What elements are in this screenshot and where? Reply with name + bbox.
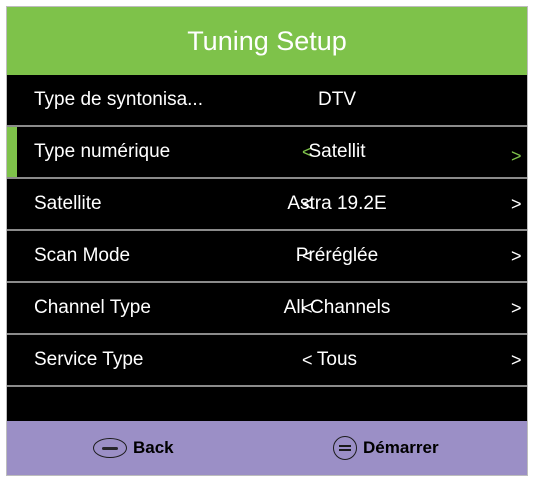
ok-icon <box>333 436 357 460</box>
digital-type-value: Satellit <box>308 141 366 162</box>
chevron-right-icon[interactable]: > <box>511 299 522 317</box>
channel-type-row[interactable]: Channel Type < All Channels > <box>7 283 527 335</box>
scan-mode-label: Scan Mode <box>34 245 131 266</box>
tuning-type-row[interactable]: Type de syntonisa... DTV <box>7 75 527 127</box>
menu-icon-mark <box>102 446 118 450</box>
start-label: Démarrer <box>363 438 439 457</box>
service-type-label: Service Type <box>34 349 144 370</box>
chevron-right-icon[interactable]: > <box>511 147 522 165</box>
settings-list: Type de syntonisa... DTV Type numérique … <box>7 75 527 387</box>
selection-marker <box>7 127 17 177</box>
channel-type-label: Channel Type <box>34 297 151 318</box>
tuning-type-label: Type de syntonisa... <box>34 89 203 110</box>
footer-bar: Back Démarrer <box>7 421 527 475</box>
tuning-type-value: DTV <box>318 89 356 110</box>
chevron-right-icon[interactable]: > <box>511 247 522 265</box>
digital-type-row[interactable]: Type numérique < Satellit > <box>7 127 527 179</box>
satellite-row[interactable]: Satellite < Astra 19.2E > <box>7 179 527 231</box>
service-type-value: Tous <box>316 349 358 370</box>
chevron-right-icon[interactable]: > <box>511 351 522 369</box>
back-button[interactable]: Back <box>93 438 174 458</box>
service-type-row[interactable]: Service Type < Tous > <box>7 335 527 387</box>
tuning-setup-panel: Tuning Setup Type de syntonisa... DTV Ty… <box>6 6 528 476</box>
satellite-label: Satellite <box>34 193 102 214</box>
chevron-right-icon[interactable]: > <box>511 195 522 213</box>
digital-type-label: Type numérique <box>34 141 171 162</box>
scan-mode-value: Préréglée <box>295 245 379 266</box>
back-label: Back <box>133 438 174 457</box>
satellite-value: Astra 19.2E <box>287 193 387 214</box>
channel-type-value: All Channels <box>283 297 391 318</box>
scan-mode-row[interactable]: Scan Mode < Préréglée > <box>7 231 527 283</box>
page-title: Tuning Setup <box>187 25 347 56</box>
start-button[interactable]: Démarrer <box>333 436 439 460</box>
ok-icon-mark <box>339 445 351 451</box>
menu-icon <box>93 438 127 458</box>
panel-header: Tuning Setup <box>7 7 527 75</box>
